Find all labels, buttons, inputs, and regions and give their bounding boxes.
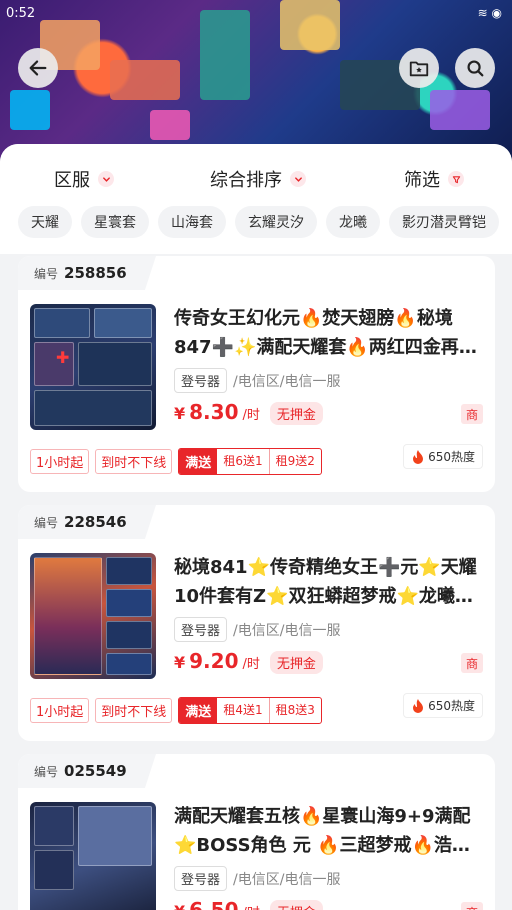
deposit-badge: 无押金 xyxy=(269,651,323,674)
banner-decoration xyxy=(280,0,340,50)
banner-decoration xyxy=(200,10,250,100)
currency-symbol: ¥ xyxy=(174,902,185,910)
promo-head: 满送 xyxy=(179,698,218,723)
promo-tag: 满送 租6送1 租9送2 xyxy=(178,448,322,475)
price-amount: 6.50 xyxy=(189,898,239,910)
listing-card[interactable]: 编号 025549 满配天耀套五核🔥星寰山海9+9满配⭐BOSS角色 元 🔥三超… xyxy=(18,754,495,910)
chip-shanhai[interactable]: 山海套 xyxy=(158,206,226,238)
region-text: /电信区/电信一服 xyxy=(233,871,341,888)
listing-tags: 1小时起 到时不下线 满送 租4送1 租8送3 xyxy=(30,697,322,724)
tab-filter-label: 筛选 xyxy=(404,170,440,191)
region-text: /电信区/电信一服 xyxy=(233,622,341,639)
price: ¥ 6.50 /时 无押金 xyxy=(174,898,323,910)
tab-sort-label: 综合排序 xyxy=(210,170,282,191)
heat-badge: 650热度 xyxy=(403,444,483,469)
filter-funnel-icon xyxy=(448,171,464,187)
tab-server-label: 区服 xyxy=(54,170,90,191)
listing-tags: 1小时起 到时不下线 满送 租6送1 租9送2 xyxy=(30,448,322,475)
listing-thumbnail: ✚ xyxy=(30,304,156,430)
listing-card[interactable]: 编号 258856 ✚ 传奇女王幻化元🔥焚天翅膀🔥秘境847➕✨满配天耀套🔥两红… xyxy=(18,256,495,492)
arrow-left-icon xyxy=(29,60,47,76)
tab-sort[interactable]: 综合排序 xyxy=(210,166,306,192)
listing-id-label: 编号 xyxy=(34,764,59,779)
currency-symbol: ¥ xyxy=(174,653,186,672)
promo-item: 租4送1 xyxy=(223,703,263,717)
login-tag: 登号器 xyxy=(174,866,228,891)
thumbnail-overlay-text: ✚ xyxy=(56,348,70,367)
promo-item: 租9送2 xyxy=(268,449,321,474)
banner-decoration xyxy=(110,60,180,100)
search-icon xyxy=(467,60,484,77)
promo-head: 满送 xyxy=(179,449,218,474)
filter-bar: 区服 综合排序 筛选 天耀 星寰套 山海套 玄耀灵汐 龙曦 影刃潜灵臂铠 xyxy=(0,144,512,254)
heat-text: 650热度 xyxy=(428,699,475,713)
deposit-badge: 无押金 xyxy=(269,402,323,425)
favorites-button[interactable] xyxy=(399,48,439,88)
listing-card[interactable]: 编号 228546 秘境841⭐传奇精绝女王➕元⭐天耀10件套有Z⭐双狂蟒超梦戒… xyxy=(18,505,495,741)
price-unit: /时 xyxy=(242,657,260,672)
heat-badge: 650热度 xyxy=(403,693,483,718)
listing-meta: 登号器 /电信区/电信一服 xyxy=(174,617,340,642)
listing-id-tag: 编号 228546 xyxy=(18,505,156,539)
chip-longxi[interactable]: 龙曦 xyxy=(326,206,380,238)
listing-thumbnail xyxy=(30,802,156,910)
price-unit: /时 xyxy=(243,902,260,910)
chevron-down-icon xyxy=(98,171,114,187)
listing-title: 秘境841⭐传奇精绝女王➕元⭐天耀10件套有Z⭐双狂蟒超梦戒⭐龙曦… xyxy=(174,557,477,607)
currency-symbol: ¥ xyxy=(174,404,186,423)
flame-icon xyxy=(413,698,424,713)
chip-xinghuan[interactable]: 星寰套 xyxy=(81,206,149,238)
listing-id-tag: 编号 025549 xyxy=(18,754,156,788)
folder-star-icon xyxy=(409,61,429,77)
listing-id-label: 编号 xyxy=(34,515,59,530)
login-tag: 登号器 xyxy=(174,617,228,642)
merchant-badge: 商 xyxy=(461,404,483,424)
chevron-down-icon xyxy=(290,171,306,187)
price-unit: /时 xyxy=(242,408,260,423)
listing-title: 传奇女王幻化元🔥焚天翅膀🔥秘境847➕✨满配天耀套🔥两红四金再生… xyxy=(174,308,459,358)
price-amount: 8.30 xyxy=(189,400,239,424)
listing-id-tag: 编号 258856 xyxy=(18,256,156,290)
promo-item: 租6送1 xyxy=(223,454,263,468)
banner-decoration xyxy=(150,110,190,140)
status-icons: ≋ ◉ xyxy=(477,6,502,20)
price: ¥ 9.20 /时 无押金 xyxy=(174,649,323,674)
chip-yingren[interactable]: 影刃潜灵臂铠 xyxy=(389,206,499,238)
listing-id: 228546 xyxy=(64,513,127,531)
listing-title: 满配天耀套五核🔥星寰山海9+9满配⭐BOSS角色 元 🔥三超梦戒🔥浩海… xyxy=(174,806,471,856)
chip-xuanyao[interactable]: 玄耀灵汐 xyxy=(235,206,317,238)
min-rent-tag: 1小时起 xyxy=(30,449,90,474)
no-offline-tag: 到时不下线 xyxy=(95,698,173,723)
banner-decoration xyxy=(10,90,50,130)
listing-meta: 登号器 /电信区/电信一服 xyxy=(174,866,340,891)
listing-meta: 登号器 /电信区/电信一服 xyxy=(174,368,340,393)
chip-tianyao[interactable]: 天耀 xyxy=(18,206,72,238)
price-amount: 9.20 xyxy=(189,649,239,673)
back-button[interactable] xyxy=(18,48,58,88)
listing-id: 025549 xyxy=(64,762,127,780)
listing-thumbnail xyxy=(30,553,156,679)
merchant-badge: 商 xyxy=(461,653,483,673)
login-tag: 登号器 xyxy=(174,368,228,393)
no-offline-tag: 到时不下线 xyxy=(95,449,173,474)
min-rent-tag: 1小时起 xyxy=(30,698,90,723)
merchant-badge: 商 xyxy=(461,902,483,910)
quick-filter-chips: 天耀 星寰套 山海套 玄耀灵汐 龙曦 影刃潜灵臂铠 xyxy=(18,206,499,238)
search-button[interactable] xyxy=(455,48,495,88)
tab-server[interactable]: 区服 xyxy=(54,166,114,192)
status-time: 0:52 xyxy=(6,6,36,21)
banner-decoration xyxy=(430,90,490,130)
promo-tag: 满送 租4送1 租8送3 xyxy=(178,697,322,724)
listing-id-label: 编号 xyxy=(34,266,59,281)
heat-text: 650热度 xyxy=(428,450,475,464)
promo-item: 租8送3 xyxy=(268,698,321,723)
deposit-badge: 无押金 xyxy=(269,900,323,910)
flame-icon xyxy=(413,449,424,464)
listing-id: 258856 xyxy=(64,264,127,282)
tab-filter[interactable]: 筛选 xyxy=(404,166,464,192)
region-text: /电信区/电信一服 xyxy=(233,373,341,390)
price: ¥ 8.30 /时 无押金 xyxy=(174,400,323,425)
